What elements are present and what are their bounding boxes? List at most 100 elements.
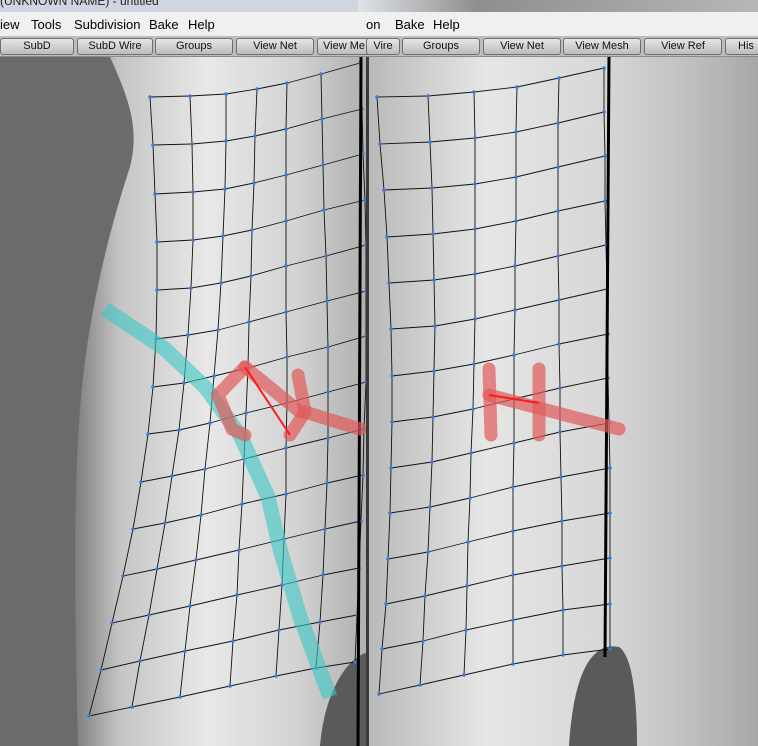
mesh-vertex	[512, 353, 516, 357]
mesh-vertex	[426, 550, 430, 554]
mesh-vertex	[216, 328, 220, 332]
mesh-vertex	[253, 134, 257, 138]
mesh-vertex	[389, 466, 393, 470]
mesh-vertex	[188, 94, 192, 98]
mesh-vertex	[228, 684, 232, 688]
mesh-vertex	[121, 574, 125, 578]
subd-wire-button-right[interactable]: Vire	[366, 38, 400, 55]
menu-view-left[interactable]: iew	[0, 17, 20, 32]
mesh-vertex	[325, 299, 329, 303]
mesh-vertex	[325, 481, 329, 485]
mesh-vertex	[284, 173, 288, 177]
mesh-vertex	[284, 492, 288, 496]
mesh-vertex	[131, 527, 135, 531]
mesh-vertex	[603, 154, 607, 158]
mesh-vertex	[249, 274, 253, 278]
mesh-vertex	[556, 209, 560, 213]
mesh-vertex	[320, 117, 324, 121]
mesh-vertex	[430, 186, 434, 190]
mesh-vertex	[608, 466, 612, 470]
mesh-vertex	[190, 142, 194, 146]
mesh-vertex	[155, 567, 159, 571]
mesh-vertex	[99, 668, 103, 672]
mesh-vertex	[385, 235, 389, 239]
menu-tools[interactable]: Tools	[31, 17, 61, 32]
menu-help-left[interactable]: Help	[188, 17, 215, 32]
subd-button[interactable]: SubD	[0, 38, 74, 55]
mesh-vertex	[382, 188, 386, 192]
mesh-vertex	[250, 228, 254, 232]
mesh-vertex	[177, 428, 181, 432]
mesh-vertex	[87, 714, 91, 718]
mesh-vertex	[219, 281, 223, 285]
mesh-vertex	[384, 602, 388, 606]
mesh-vertex	[431, 415, 435, 419]
menu-help-right[interactable]: Help	[433, 17, 460, 32]
right-viewport[interactable]	[369, 57, 758, 746]
menu-bar: iew Tools Subdivision Bake Help on Bake …	[0, 12, 758, 37]
mesh-vertex	[390, 374, 394, 378]
mesh-vertex	[514, 130, 518, 134]
mesh-vertex	[389, 327, 393, 331]
mesh-vertex	[556, 254, 560, 258]
mesh-vertex	[274, 674, 278, 678]
mesh-vertex	[240, 502, 244, 506]
mesh-vertex	[386, 557, 390, 561]
mesh-vertex	[557, 298, 561, 302]
right-mesh-view[interactable]	[369, 57, 758, 746]
mesh-vertex	[318, 620, 322, 624]
mesh-vertex	[556, 165, 560, 169]
mesh-vertex	[326, 345, 330, 349]
window-title: (UNKNOWN NAME) - untitled	[0, 0, 159, 8]
mesh-vertex	[194, 558, 198, 562]
mesh-vertex	[224, 139, 228, 143]
mesh-vertex	[284, 446, 288, 450]
mesh-vertex	[186, 333, 190, 337]
mesh-vertex	[472, 362, 476, 366]
mesh-vertex	[130, 705, 134, 709]
mesh-vertex	[237, 548, 241, 552]
mesh-vertex	[514, 219, 518, 223]
mesh-vertex	[170, 474, 174, 478]
groups-button-left[interactable]: Groups	[155, 38, 233, 55]
view-ref-button[interactable]: View Ref	[644, 38, 722, 55]
mesh-vertex	[608, 602, 612, 606]
view-mesh-button-left[interactable]: View Me	[317, 38, 371, 55]
menu-subdivision[interactable]: Subdivision	[74, 17, 141, 32]
groups-button-right[interactable]: Groups	[402, 38, 480, 55]
mesh-vertex	[155, 288, 159, 292]
mesh-vertex	[231, 639, 235, 643]
mesh-vertex	[326, 390, 330, 394]
menu-bake-left[interactable]: Bake	[149, 17, 179, 32]
mesh-vertex	[212, 374, 216, 378]
view-net-button-left[interactable]: View Net	[236, 38, 314, 55]
mesh-vertex	[602, 110, 606, 114]
mesh-vertex	[608, 647, 612, 651]
mesh-vertex	[182, 381, 186, 385]
mesh-vertex	[418, 683, 422, 687]
mesh-vertex	[284, 219, 288, 223]
mesh-vertex	[473, 272, 477, 276]
menu-subdivision-right[interactable]: on	[366, 17, 380, 32]
mesh-vertex	[468, 496, 472, 500]
mesh-vertex	[602, 66, 606, 70]
mesh-vertex	[326, 436, 330, 440]
mesh-vertex	[324, 254, 328, 258]
history-button[interactable]: His	[725, 38, 758, 55]
mesh-vertex	[560, 564, 564, 568]
menu-bake-right[interactable]: Bake	[395, 17, 425, 32]
mesh-vertex	[608, 511, 612, 515]
mesh-vertex	[191, 238, 195, 242]
mesh-vertex	[319, 72, 323, 76]
mesh-vertex	[155, 240, 159, 244]
mesh-vertex	[321, 573, 325, 577]
left-mesh-view[interactable]	[0, 57, 366, 746]
view-mesh-button-right[interactable]: View Mesh	[563, 38, 641, 55]
mesh-vertex	[387, 281, 391, 285]
mesh-vertex	[469, 451, 473, 455]
view-net-button-right[interactable]: View Net	[483, 38, 561, 55]
subd-wire-button[interactable]: SubD Wire	[77, 38, 153, 55]
left-viewport[interactable]	[0, 57, 366, 746]
mesh-vertex	[472, 90, 476, 94]
mesh-vertex	[277, 628, 281, 632]
